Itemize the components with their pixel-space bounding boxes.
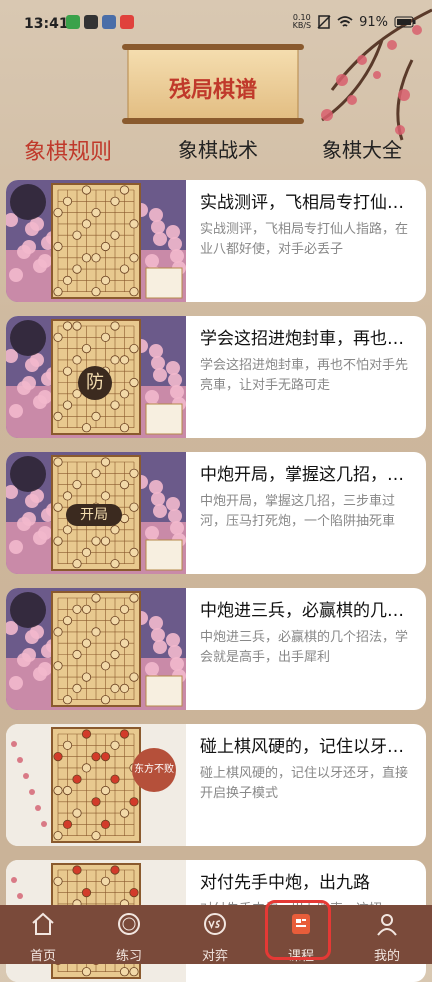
thumb-mark: 开局: [66, 504, 122, 526]
no-sim-icon: [317, 15, 331, 29]
course-card[interactable]: 中炮进三兵，必赢棋的几个招法，学会就是高手，出手犀利 中炮进三兵，必赢棋的几个招…: [6, 588, 426, 710]
tab-tactics[interactable]: 象棋战术: [178, 134, 258, 163]
page-title: 残局棋谱: [168, 77, 257, 103]
versus-icon: [204, 913, 226, 935]
battery-percent: 91%: [359, 14, 388, 30]
course-description: 中炮进三兵，必赢棋的几个招法，学会就是高手，出手犀利: [200, 630, 409, 665]
chessboard-thumbnail-image: [6, 180, 186, 302]
wifi-icon: [337, 16, 353, 27]
course-card[interactable]: 防 学会这招进炮封車，再也不怕对手先亮車，让对手无路可走 学会这招进炮封車，再也…: [6, 316, 426, 438]
course-title: 中炮进三兵，必赢棋的几个招法，学会就是高手，出手犀利: [200, 601, 418, 621]
nav-practice[interactable]: 练习: [86, 905, 172, 964]
course-description: 碰上棋风硬的，记住以牙还牙，直接开启换子模式: [200, 766, 409, 801]
course-thumbnail: [6, 588, 186, 710]
network-speed: 0.10 KB/S: [292, 13, 312, 30]
nav-versus[interactable]: 对弈: [172, 905, 258, 964]
tab-encyclopedia[interactable]: 象棋大全: [322, 134, 402, 163]
course-title: 碰上棋风硬的，记住以牙还牙，直接开启换子模式: [200, 737, 418, 757]
battery-icon: [394, 16, 416, 28]
status-time: 13:41: [24, 16, 69, 32]
category-tabs: 象棋规则 象棋战术 象棋大全: [0, 134, 432, 168]
course-description: 学会这招进炮封車，再也不怕对手先亮車，让对手无路可走: [200, 358, 409, 393]
profile-icon: [377, 914, 397, 936]
tab-rules[interactable]: 象棋规则: [24, 134, 112, 166]
course-thumbnail: [6, 180, 186, 302]
chessboard-thumbnail-image: [6, 588, 186, 710]
course-thumbnail: 防: [6, 316, 186, 438]
app-notification-icon: [120, 15, 134, 29]
course-card[interactable]: 实战测评，飞相局专打仙人指路，在业八都好使，对手必丢子 实战测评，飞相局专打仙人…: [6, 180, 426, 302]
course-card[interactable]: 开局 中炮开局，掌握这几招，三步車过河，压马打死炮，一个陷阱抽死車 中炮开局，掌…: [6, 452, 426, 574]
selection-highlight: [265, 900, 331, 960]
course-card[interactable]: 东方不败 碰上棋风硬的，记住以牙还牙，直接开启换子模式 碰上棋风硬的，记住以牙还…: [6, 724, 426, 846]
status-bar: 13:41 0.10 KB/S 91%: [0, 0, 432, 46]
app-notification-icon: [66, 15, 80, 29]
course-thumbnail: 东方不败: [6, 724, 186, 846]
course-title: 中炮开局，掌握这几招，三步車过河，压马打死炮，一个陷阱抽死車: [200, 465, 418, 485]
nav-profile[interactable]: 我的: [344, 905, 430, 964]
page-title-banner: 残局棋谱: [118, 42, 308, 126]
course-description: 实战测评，飞相局专打仙人指路，在业八都好使，对手必丢子: [200, 222, 409, 257]
thumb-mark: 防: [78, 366, 112, 400]
course-title: 实战测评，飞相局专打仙人指路，在业八都好使，对手必丢子: [200, 193, 418, 213]
course-thumbnail: 开局: [6, 452, 186, 574]
home-icon: [32, 912, 54, 935]
notification-icons: [66, 15, 134, 29]
nav-home[interactable]: 首页: [0, 905, 86, 964]
app-notification-icon: [102, 15, 116, 29]
course-title: 学会这招进炮封車，再也不怕对手先亮車，让对手无路可走: [200, 329, 418, 349]
thumb-seal: 东方不败: [132, 748, 176, 792]
course-description: 中炮开局，掌握这几招，三步車过河，压马打死炮，一个陷阱抽死車: [200, 494, 396, 529]
course-title: 对付先手中炮，出九路: [200, 873, 370, 893]
practice-icon: [118, 913, 140, 935]
bottom-navigation: 首页 练习 对弈 课程 我的: [0, 905, 432, 964]
app-notification-icon: [84, 15, 98, 29]
